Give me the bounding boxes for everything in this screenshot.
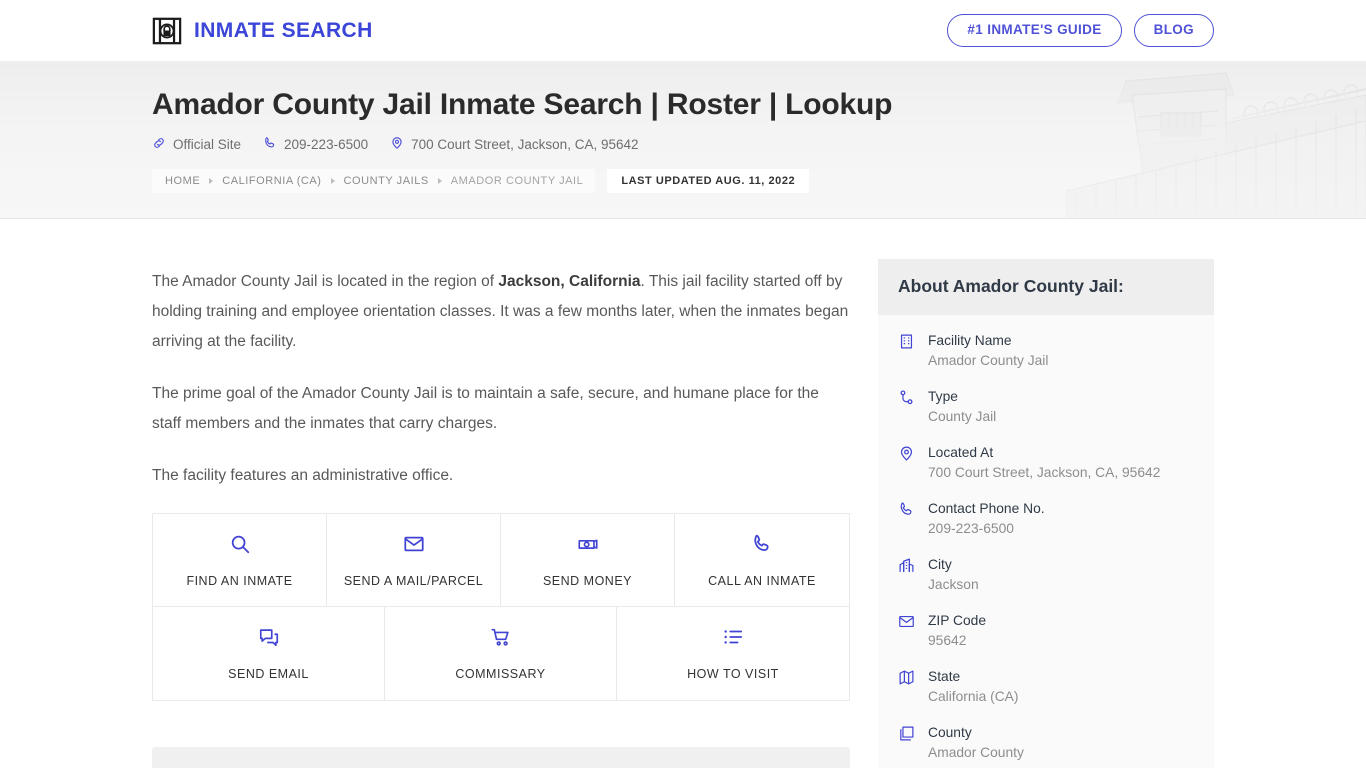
node-type-icon	[898, 389, 916, 411]
breadcrumb-item-current: AMADOR COUNTY JAIL	[450, 174, 584, 187]
commissary-action[interactable]: COMMISSARY	[385, 607, 617, 700]
intro-paragraph: The Amador County Jail is located in the…	[152, 267, 850, 357]
action-label: HOW TO VISIT	[687, 667, 779, 681]
info-value: Jackson	[928, 577, 979, 592]
address-meta: 700 Court Street, Jackson, CA, 95642	[390, 136, 639, 153]
city-icon	[898, 557, 916, 579]
action-label: FIND AN INMATE	[186, 573, 293, 588]
about-card-heading: About Amador County Jail:	[878, 259, 1214, 315]
content-placeholder-block	[152, 747, 850, 768]
blog-button[interactable]: BLOG	[1133, 14, 1214, 47]
features-paragraph: The facility features an administrative …	[152, 467, 454, 484]
jail-bars-padlock-icon	[152, 16, 182, 46]
action-label: COMMISSARY	[455, 667, 546, 681]
breadcrumb-list: HOME CALIFORNIA (CA) COUNTY JAILS AMADOR…	[152, 168, 596, 193]
info-row-contact-phone: Contact Phone No. 209-223-6500	[898, 499, 1194, 539]
info-value: California (CA)	[928, 689, 1019, 704]
action-grid-row-1: FIND AN INMATE SEND A MAIL/PARCEL SEND M…	[153, 514, 849, 607]
map-pin-icon	[898, 445, 916, 467]
info-value: County Jail	[928, 409, 997, 424]
info-label: State	[928, 669, 961, 684]
address-text: 700 Court Street, Jackson, CA, 95642	[411, 136, 639, 152]
info-row-facility-name: Facility Name Amador County Jail	[898, 331, 1194, 371]
send-email-action[interactable]: SEND EMAIL	[153, 607, 385, 700]
breadcrumb-item-home[interactable]: HOME	[165, 175, 200, 187]
find-an-inmate-action[interactable]: FIND AN INMATE	[153, 514, 327, 607]
info-label: Contact Phone No.	[928, 501, 1045, 516]
action-label: CALL AN INMATE	[708, 573, 816, 588]
hero-section: Amador County Jail Inmate Search | Roste…	[0, 61, 1366, 219]
info-row-zip-code: ZIP Code 95642	[898, 611, 1194, 651]
brand-name: INMATE SEARCH	[194, 18, 373, 42]
main-column: The Amador County Jail is located in the…	[152, 219, 850, 768]
info-label: City	[928, 557, 952, 572]
chevron-right-icon	[209, 177, 214, 184]
official-site-meta[interactable]: Official Site	[152, 136, 241, 153]
action-grid: FIND AN INMATE SEND A MAIL/PARCEL SEND M…	[152, 513, 850, 701]
action-label: SEND A MAIL/PARCEL	[343, 573, 484, 588]
how-to-visit-action[interactable]: HOW TO VISIT	[617, 607, 849, 700]
page-title: Amador County Jail Inmate Search | Roste…	[152, 88, 893, 121]
info-label: Facility Name	[928, 333, 1012, 348]
copy-icon	[898, 725, 916, 747]
info-label: Located At	[928, 445, 994, 460]
info-value: 700 Court Street, Jackson, CA, 95642	[928, 465, 1161, 480]
envelope-icon	[403, 533, 425, 560]
chevron-right-icon	[437, 177, 442, 184]
info-label: Type	[928, 389, 958, 404]
info-row-type: Type County Jail	[898, 387, 1194, 427]
top-navigation-bar: INMATE SEARCH #1 INMATE'S GUIDE BLOG	[0, 0, 1366, 61]
info-row-city: City Jackson	[898, 555, 1194, 595]
intro-paragraph-part1: The Amador County Jail is located in the…	[152, 273, 499, 290]
envelope-icon	[898, 613, 916, 635]
info-row-state: State California (CA)	[898, 667, 1194, 707]
info-value: 95642	[928, 633, 967, 648]
send-a-mail-parcel-action[interactable]: SEND A MAIL/PARCEL	[327, 514, 501, 607]
call-an-inmate-action[interactable]: CALL AN INMATE	[675, 514, 849, 607]
action-grid-row-2: SEND EMAIL COMMISSARY HOW TO VISIT	[153, 607, 849, 700]
last-updated-badge: LAST UPDATED AUG. 11, 2022	[607, 168, 810, 193]
chat-bubbles-icon	[258, 626, 280, 653]
map-icon	[898, 669, 916, 691]
breadcrumb-item-california[interactable]: CALIFORNIA (CA)	[222, 175, 321, 187]
brand-logo-link[interactable]: INMATE SEARCH	[152, 16, 373, 46]
intro-paragraph-location: Jackson, California	[498, 273, 641, 290]
info-value: 209-223-6500	[928, 521, 1014, 536]
info-value: Amador County	[928, 745, 1024, 760]
breadcrumb: HOME CALIFORNIA (CA) COUNTY JAILS AMADOR…	[152, 168, 1214, 193]
action-label: SEND MONEY	[542, 573, 633, 588]
search-icon	[229, 533, 251, 560]
phone-meta[interactable]: 209-223-6500	[263, 136, 368, 153]
hero-meta-row: Official Site 209-223-6500 700 Court Str…	[152, 136, 1214, 153]
info-row-located-at: Located At 700 Court Street, Jackson, CA…	[898, 443, 1194, 483]
link-icon	[152, 136, 166, 153]
phone-text: 209-223-6500	[284, 136, 369, 152]
phone-icon	[263, 136, 277, 153]
shopping-cart-icon	[490, 626, 512, 653]
money-icon	[577, 533, 599, 560]
page-content: The Amador County Jail is located in the…	[0, 219, 1366, 768]
inmates-guide-button[interactable]: #1 INMATE'S GUIDE	[947, 14, 1122, 47]
about-card-body: Facility Name Amador County Jail Type Co…	[878, 315, 1214, 768]
sidebar-column: About Amador County Jail: Facility Name …	[878, 219, 1214, 768]
info-label: County	[928, 725, 972, 740]
building-icon	[898, 333, 916, 355]
info-row-county: County Amador County	[898, 723, 1194, 763]
phone-icon	[751, 533, 773, 560]
list-icon	[722, 626, 744, 653]
phone-icon	[898, 501, 916, 523]
official-site-text: Official Site	[173, 136, 242, 152]
breadcrumb-item-county-jails[interactable]: COUNTY JAILS	[344, 175, 429, 187]
action-label: SEND EMAIL	[228, 667, 309, 681]
goal-paragraph: The prime goal of the Amador County Jail…	[152, 385, 819, 432]
info-label: ZIP Code	[928, 613, 987, 628]
nav-actions: #1 INMATE'S GUIDE BLOG	[947, 14, 1214, 47]
send-money-action[interactable]: SEND MONEY	[501, 514, 675, 607]
map-pin-icon	[390, 136, 404, 153]
about-facility-card: About Amador County Jail: Facility Name …	[878, 259, 1214, 768]
chevron-right-icon	[330, 177, 335, 184]
info-value: Amador County Jail	[928, 353, 1049, 368]
